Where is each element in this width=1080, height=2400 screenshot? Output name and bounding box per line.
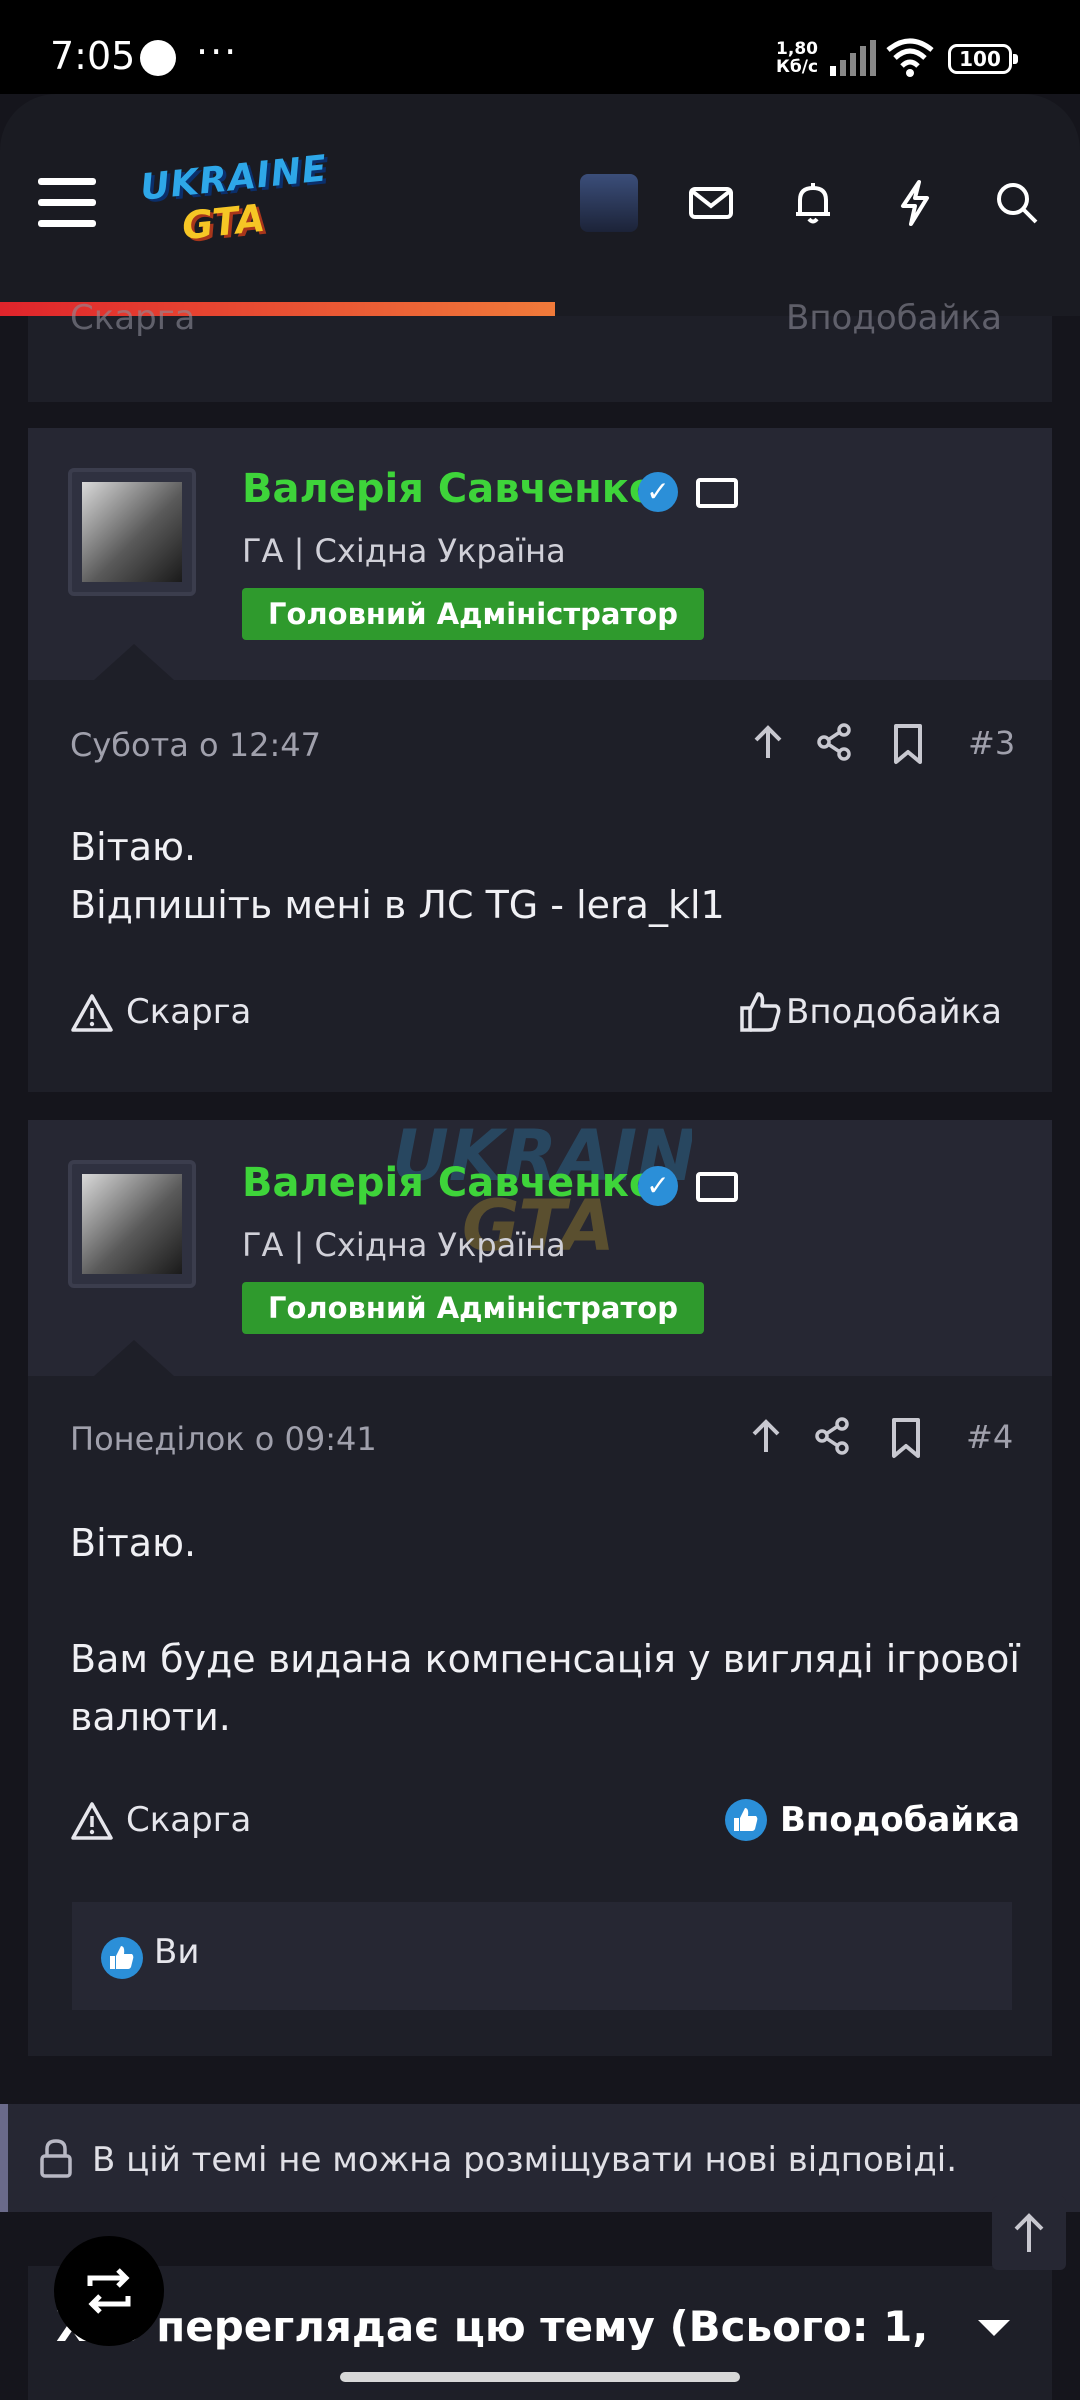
post-line: Вам буде видана компенсація у вигляді іг…: [70, 1637, 1020, 1681]
post-date[interactable]: Субота о 12:47: [70, 726, 321, 764]
share-icon[interactable]: [812, 720, 856, 764]
post-message: Вітаю. Відпишіть мені в ЛС TG - lera_kl1: [70, 818, 725, 934]
skull-icon: [140, 40, 176, 76]
status-time: 7:05: [50, 34, 136, 78]
bell-icon[interactable]: [788, 178, 838, 228]
lock-icon: [40, 2139, 72, 2178]
post-line: Вітаю.: [70, 825, 197, 869]
notice-accent: [0, 2104, 8, 2212]
author-pointer: [94, 1340, 174, 1376]
liked-by[interactable]: Ви: [154, 1932, 199, 1972]
bookmark-icon[interactable]: [886, 722, 930, 766]
thumbs-up-filled-icon: [101, 1937, 143, 1979]
more-notifications-icon: ···: [196, 30, 239, 74]
network-speed-unit: Кб/с: [776, 57, 819, 77]
share-icon[interactable]: [810, 1414, 854, 1458]
bookmark-icon[interactable]: [884, 1416, 928, 1460]
like-link-active[interactable]: Вподобайка: [780, 1800, 1020, 1840]
author-avatar[interactable]: [68, 468, 196, 596]
verified-icon: ✓: [638, 472, 678, 512]
post-message: Вітаю. Вам буде видана компенсація у виг…: [70, 1514, 1020, 1746]
warning-icon[interactable]: [70, 992, 114, 1036]
warning-icon[interactable]: [70, 1800, 114, 1844]
thumbs-up-filled-icon[interactable]: [724, 1798, 768, 1842]
post-line: Відпишіть мені в ЛС TG - lera_kl1: [70, 883, 725, 927]
scroll-top-button[interactable]: [992, 2196, 1066, 2270]
lightning-icon[interactable]: [890, 178, 940, 228]
viewers-title[interactable]: Хто переглядає цю тему (Всього: 1,: [56, 2302, 928, 2351]
reactions-bar[interactable]: [72, 1902, 1012, 2010]
like-link[interactable]: Вподобайка: [786, 992, 1002, 1032]
menu-icon[interactable]: [38, 178, 96, 228]
post-line: Вітаю.: [70, 1521, 197, 1565]
arrow-up-icon[interactable]: [744, 1414, 788, 1458]
post-date[interactable]: Понеділок о 09:41: [70, 1420, 377, 1458]
author-pointer: [94, 644, 174, 680]
report-link[interactable]: Скарга: [126, 992, 251, 1032]
prev-report-link[interactable]: Скарга: [70, 298, 195, 338]
network-speed: 1,80 Кб/с: [776, 40, 818, 76]
prev-like-link[interactable]: Вподобайка: [786, 298, 1002, 338]
author-name[interactable]: Валерія Савченко: [242, 466, 656, 512]
arrow-up-icon[interactable]: [746, 720, 790, 764]
network-speed-value: 1,80: [776, 39, 818, 59]
author-title: ГА | Східна Україна: [242, 532, 566, 570]
thumbs-up-icon[interactable]: [738, 990, 782, 1034]
author-avatar[interactable]: [68, 1160, 196, 1288]
message-icon[interactable]: [696, 1172, 738, 1202]
logo-text-bottom: GTA: [179, 195, 267, 249]
repeat-icon: [87, 2268, 131, 2314]
verified-icon: ✓: [638, 1166, 678, 1206]
author-name[interactable]: Валерія Савченко: [242, 1160, 656, 1206]
status-bar: 7:05 ··· 1,80 Кб/с 100: [0, 0, 1080, 94]
search-icon[interactable]: [992, 178, 1042, 228]
author-title: ГА | Східна Україна: [242, 1226, 566, 1264]
user-avatar[interactable]: [580, 174, 638, 232]
role-badge: Головний Адміністратор: [242, 588, 704, 640]
inbox-icon[interactable]: [686, 178, 736, 228]
locked-notice-text: В цій темі не можна розміщувати нові від…: [92, 2140, 958, 2180]
chevron-down-icon[interactable]: [978, 2320, 1010, 2336]
arrow-up-icon: [1014, 2213, 1044, 2252]
message-icon[interactable]: [696, 478, 738, 508]
battery-icon: 100: [948, 44, 1012, 74]
switch-button[interactable]: [54, 2236, 164, 2346]
post-line: валюти.: [70, 1695, 231, 1739]
gesture-bar[interactable]: [340, 2372, 740, 2382]
report-link[interactable]: Скарга: [126, 1800, 251, 1840]
site-logo[interactable]: UKRAINE GTA: [138, 148, 329, 254]
post-number[interactable]: #4: [966, 1418, 1013, 1456]
signal-icon: [830, 40, 876, 76]
battery-tip: [1013, 54, 1018, 64]
role-badge: Головний Адміністратор: [242, 1282, 704, 1334]
wifi-icon: [886, 38, 934, 77]
post-number[interactable]: #3: [968, 724, 1015, 762]
